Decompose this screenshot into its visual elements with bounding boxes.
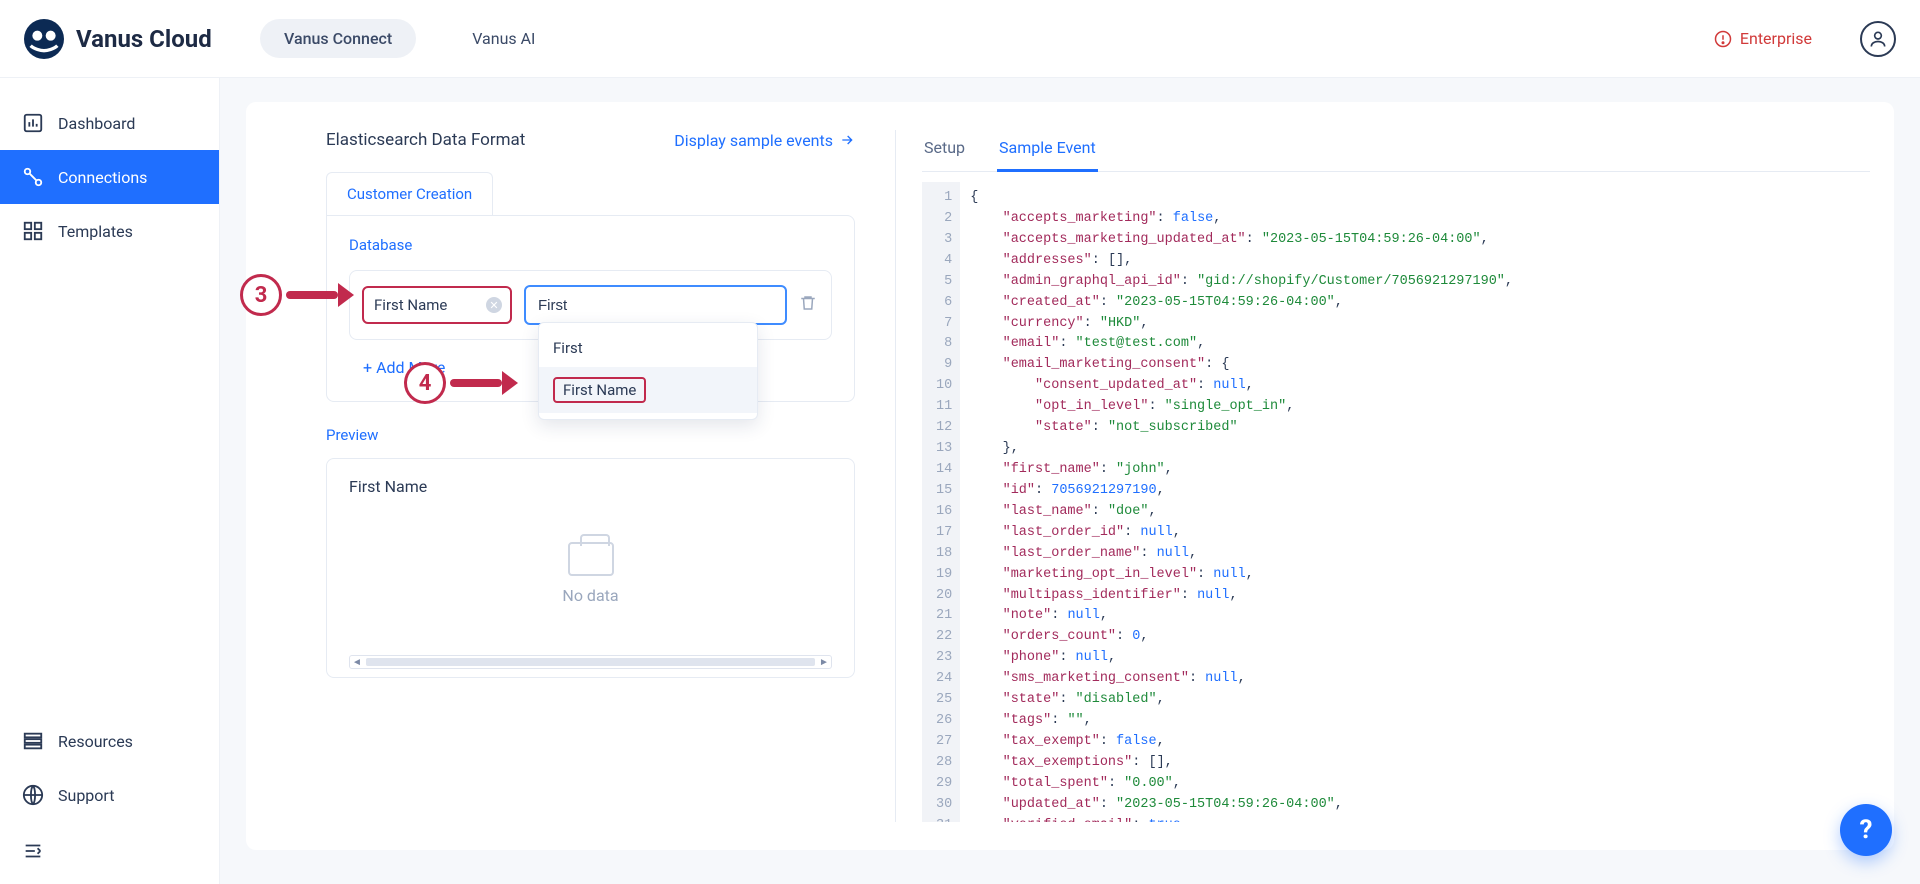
code-gutter: 1 2 3 4 5 6 7 8 9 10 11 12 13 14 15 16 1… bbox=[922, 182, 960, 822]
database-label: Database bbox=[349, 236, 832, 254]
scroll-right-icon[interactable]: ► bbox=[819, 657, 829, 668]
sidebar-item-connections[interactable]: Connections bbox=[0, 150, 219, 204]
topbar: Vanus Cloud Vanus Connect Vanus AI Enter… bbox=[0, 0, 1920, 78]
help-fab[interactable]: ? bbox=[1840, 804, 1892, 856]
sample-link-label: Display sample events bbox=[674, 131, 833, 150]
tab-sample-event[interactable]: Sample Event bbox=[997, 130, 1098, 172]
dropdown-option-first[interactable]: First bbox=[539, 329, 757, 367]
brand[interactable]: Vanus Cloud bbox=[24, 19, 220, 59]
sidebar-item-label: Support bbox=[58, 786, 114, 805]
connections-icon bbox=[22, 166, 44, 188]
sidebar-item-templates[interactable]: Templates bbox=[0, 204, 219, 258]
sidebar-item-label: Templates bbox=[58, 222, 133, 241]
annotation-arrow-icon bbox=[286, 288, 352, 302]
resources-icon bbox=[22, 730, 44, 752]
scroll-left-icon[interactable]: ◄ bbox=[352, 657, 362, 668]
format-title: Elasticsearch Data Format bbox=[326, 130, 525, 150]
right-pane: Setup Sample Event 1 2 3 4 5 6 7 8 9 10 … bbox=[896, 130, 1894, 822]
user-avatar[interactable] bbox=[1860, 21, 1896, 57]
tab-setup[interactable]: Setup bbox=[922, 130, 967, 171]
annotation-arrow-icon bbox=[450, 376, 516, 390]
sample-event-viewer: 1 2 3 4 5 6 7 8 9 10 11 12 13 14 15 16 1… bbox=[922, 182, 1870, 822]
collapse-icon bbox=[22, 840, 44, 862]
brand-logo-icon bbox=[24, 19, 64, 59]
dropdown-option-first-name[interactable]: First Name bbox=[539, 367, 757, 413]
content: Elasticsearch Data Format Display sample… bbox=[220, 78, 1920, 884]
field-key-value: First Name bbox=[374, 296, 447, 314]
sidebar-item-label: Resources bbox=[58, 732, 133, 751]
right-tabs: Setup Sample Event bbox=[922, 130, 1870, 172]
preview-column-header: First Name bbox=[349, 477, 832, 496]
user-icon bbox=[1868, 29, 1888, 49]
scroll-thumb[interactable] bbox=[366, 658, 815, 666]
dashboard-icon bbox=[22, 112, 44, 134]
sidebar-item-resources[interactable]: Resources bbox=[0, 714, 219, 768]
annotation-step-4: 4 bbox=[404, 362, 516, 404]
preview-empty-state: No data bbox=[349, 496, 832, 651]
preview-horizontal-scrollbar[interactable]: ◄ ► bbox=[349, 655, 832, 669]
preview-panel: First Name No data ◄ ► bbox=[326, 458, 855, 678]
plus-icon: + bbox=[363, 358, 372, 377]
annotation-circle-3: 3 bbox=[240, 274, 282, 316]
help-icon: ? bbox=[1860, 815, 1873, 845]
dropdown-option-first-name-label: First Name bbox=[553, 377, 646, 403]
enterprise-label: Enterprise bbox=[1740, 29, 1812, 48]
subtab-customer-creation[interactable]: Customer Creation bbox=[326, 172, 493, 215]
nav-vanus-connect[interactable]: Vanus Connect bbox=[260, 19, 416, 58]
enterprise-link[interactable]: Enterprise bbox=[1714, 29, 1812, 48]
display-sample-events-link[interactable]: Display sample events bbox=[674, 131, 855, 150]
sidebar-item-label: Dashboard bbox=[58, 114, 135, 133]
field-value-input[interactable] bbox=[524, 285, 787, 325]
no-data-label: No data bbox=[562, 586, 618, 605]
sidebar-item-dashboard[interactable]: Dashboard bbox=[0, 96, 219, 150]
sidebar: Dashboard Connections Templates Resource… bbox=[0, 78, 220, 884]
top-nav: Vanus Connect Vanus AI bbox=[260, 19, 559, 58]
clear-field-key-icon[interactable]: ✕ bbox=[486, 297, 502, 313]
brand-name: Vanus Cloud bbox=[76, 25, 212, 53]
delete-row-button[interactable] bbox=[799, 294, 819, 316]
alert-circle-icon bbox=[1714, 30, 1732, 48]
annotation-circle-4: 4 bbox=[404, 362, 446, 404]
nav-vanus-ai[interactable]: Vanus AI bbox=[448, 19, 559, 58]
support-icon bbox=[22, 784, 44, 806]
arrow-right-icon bbox=[839, 132, 855, 148]
preview-label: Preview bbox=[326, 426, 855, 444]
field-key-input[interactable]: First Name ✕ bbox=[362, 286, 512, 324]
field-suggestion-dropdown: First First Name bbox=[538, 322, 758, 420]
code-body[interactable]: { "accepts_marketing": false, "accepts_m… bbox=[960, 182, 1523, 822]
annotation-step-3: 3 bbox=[240, 274, 352, 316]
sidebar-item-support[interactable]: Support bbox=[0, 768, 219, 822]
left-pane: Elasticsearch Data Format Display sample… bbox=[246, 130, 896, 822]
main-card: Elasticsearch Data Format Display sample… bbox=[246, 102, 1894, 850]
sidebar-item-label: Connections bbox=[58, 168, 147, 187]
sidebar-collapse-button[interactable] bbox=[0, 822, 219, 884]
templates-icon bbox=[22, 220, 44, 242]
empty-box-icon bbox=[568, 542, 614, 576]
trash-icon bbox=[799, 294, 817, 312]
